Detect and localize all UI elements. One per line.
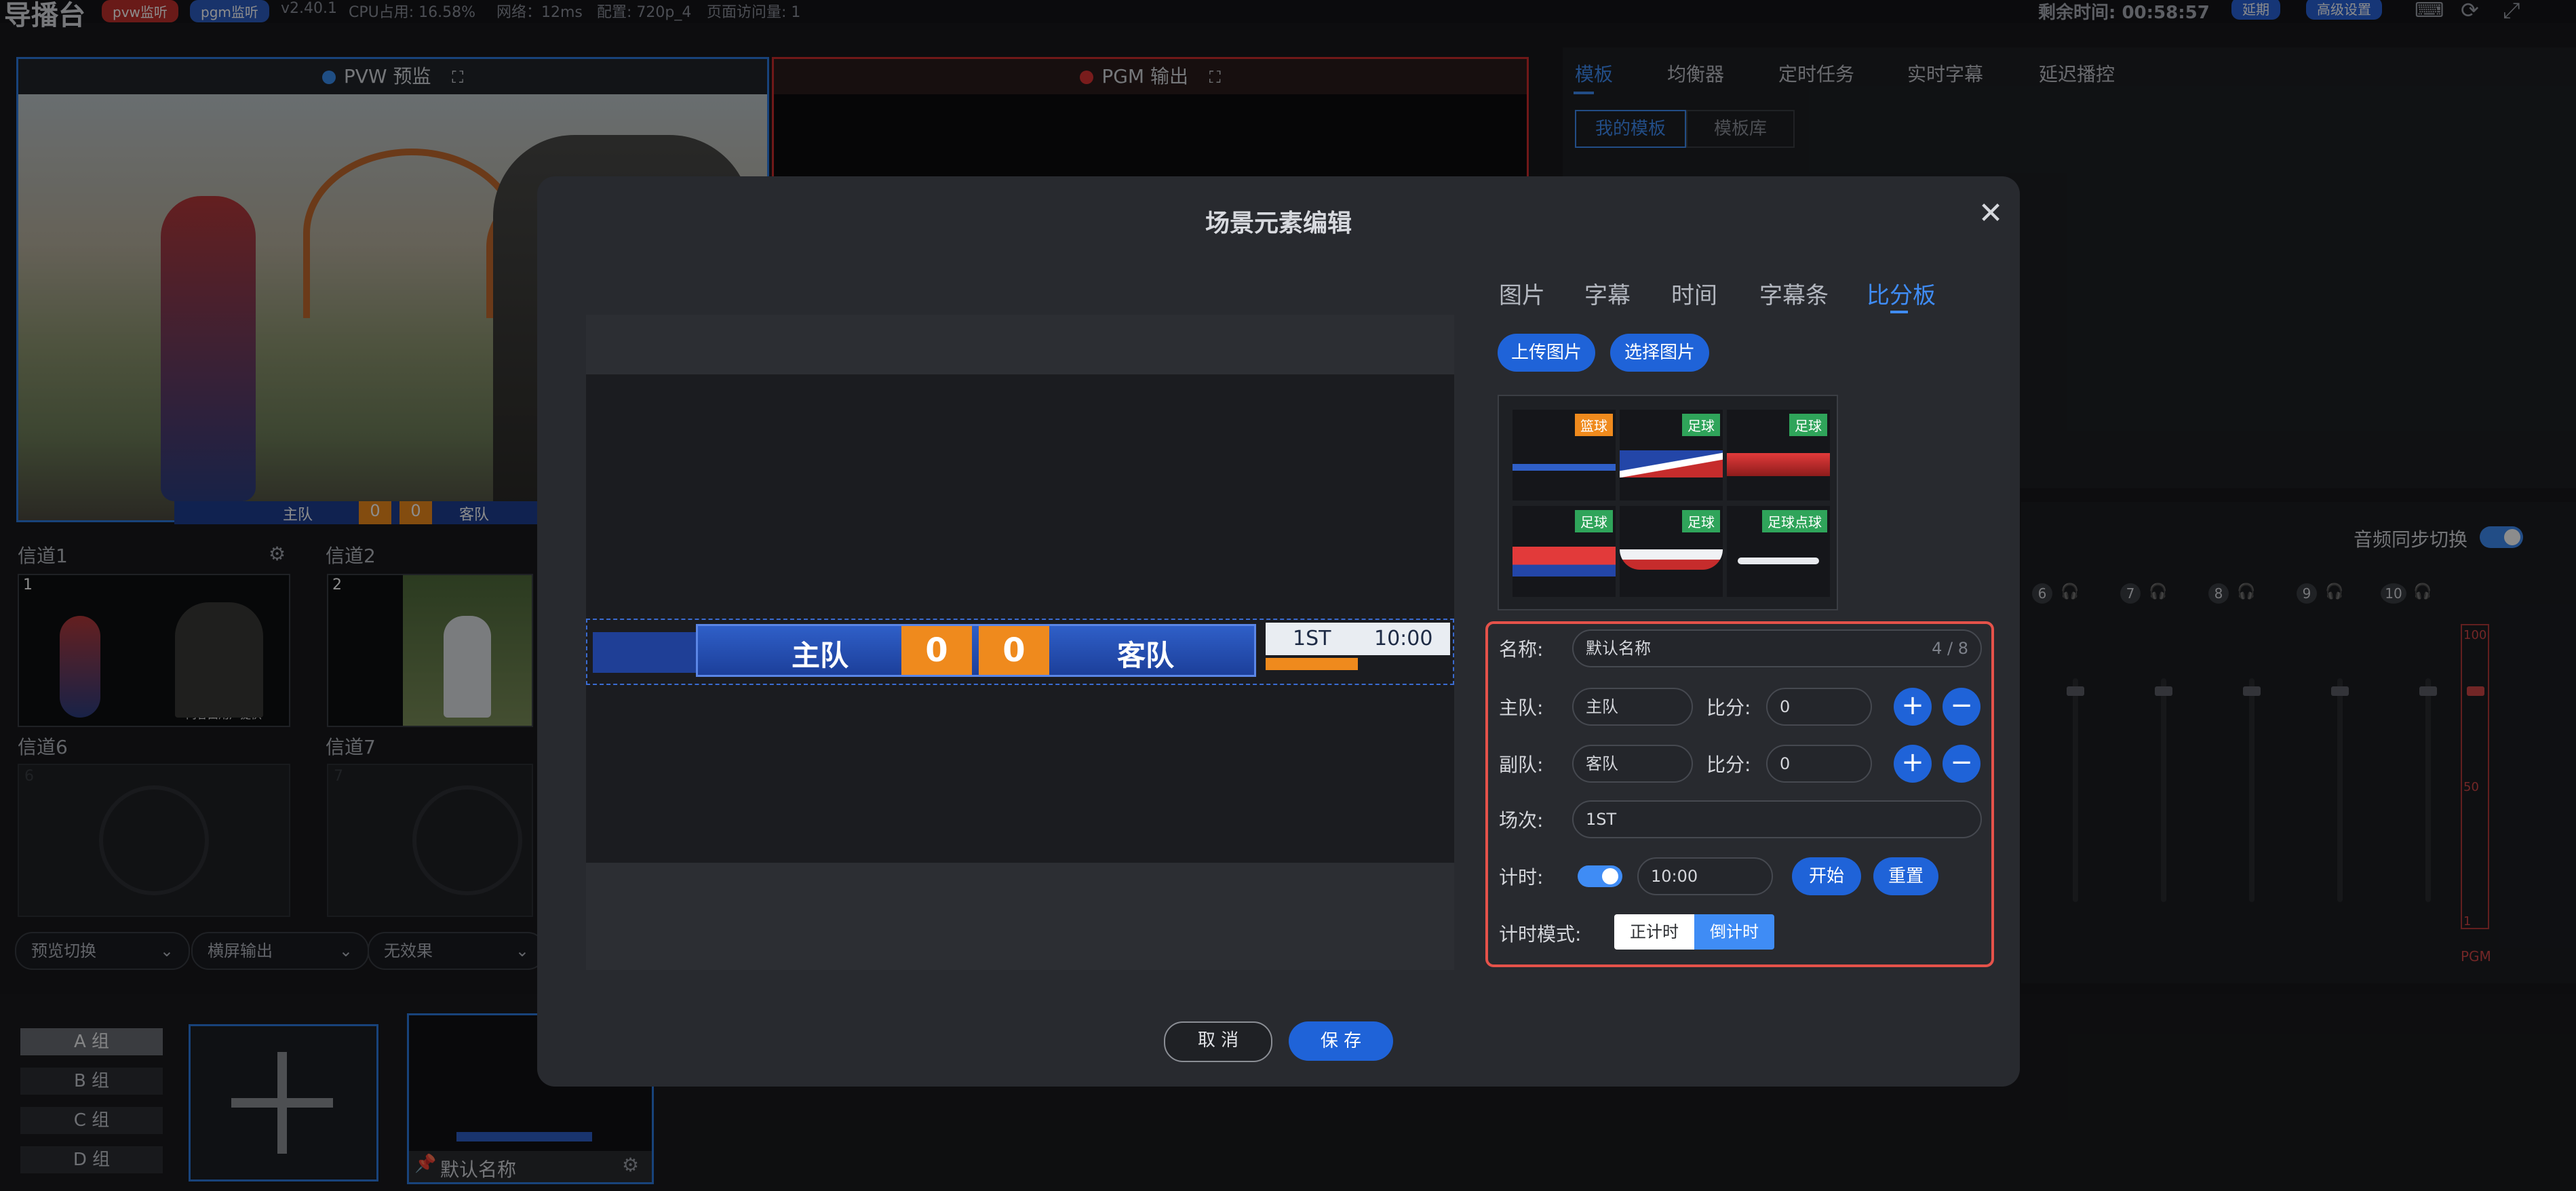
away-team-input[interactable]: 客队 (1572, 745, 1693, 783)
template-tag: 篮球 (1575, 414, 1613, 436)
scene-element-edit-dialog: 场景元素编辑 ✕ 主队 0 0 客队 1ST 10:00 图片 字幕 时间 字幕… (537, 176, 2020, 1087)
scoreboard-settings-form: 名称: 默认名称 4 / 8 主队: 主队 比分: 0 + − 副队: 客队 比… (1485, 621, 1994, 967)
template-tag: 足球 (1682, 414, 1720, 436)
canvas-margin-bottom (586, 863, 1454, 970)
scene-preview-canvas[interactable]: 主队 0 0 客队 1ST 10:00 (586, 315, 1454, 970)
home-score-decrement-button[interactable]: − (1943, 688, 1980, 726)
template-thumb-football[interactable]: 足球 (1620, 410, 1723, 501)
active-tab-indicator (1890, 311, 1908, 313)
timer-label: 计时: (1499, 866, 1544, 889)
template-preview (1513, 464, 1616, 471)
away-score-label: 比分: (1706, 754, 1751, 776)
template-thumb-football[interactable]: 足球 (1620, 506, 1723, 597)
preview-home-team: 主队 (791, 639, 848, 672)
template-thumb-football-penalty[interactable]: 足球点球 (1727, 506, 1830, 597)
timer-start-button[interactable]: 开始 (1792, 857, 1861, 895)
preview-period: 1ST (1293, 627, 1331, 650)
template-tag: 足球 (1575, 510, 1613, 532)
tab-image[interactable]: 图片 (1499, 277, 1545, 310)
mode-countdown-button[interactable]: 倒计时 (1694, 914, 1774, 950)
name-input[interactable]: 默认名称 4 / 8 (1572, 629, 1982, 667)
template-tag: 足球 (1789, 414, 1827, 436)
select-image-button[interactable]: 选择图片 (1610, 334, 1709, 372)
away-score-increment-button[interactable]: + (1894, 745, 1932, 783)
scoreboard-template-grid: 篮球 足球 足球 足球 足球 足球点球 (1498, 395, 1838, 610)
home-score-label: 比分: (1706, 697, 1751, 719)
template-preview (1738, 558, 1819, 564)
scoreboard-left-wing (593, 632, 708, 673)
template-tag: 足球点球 (1762, 510, 1827, 532)
scoreboard-accent-bar (1266, 658, 1358, 670)
name-label: 名称: (1499, 638, 1544, 661)
preview-away-score: 0 (979, 626, 1049, 675)
period-label: 场次: (1499, 809, 1544, 832)
template-thumb-football[interactable]: 足球 (1513, 506, 1616, 597)
tab-time[interactable]: 时间 (1671, 277, 1717, 310)
close-icon[interactable]: ✕ (1974, 197, 2008, 231)
cancel-button[interactable]: 取 消 (1164, 1021, 1272, 1062)
preview-away-team: 客队 (1116, 639, 1174, 672)
template-preview (1513, 547, 1616, 577)
home-score-increment-button[interactable]: + (1894, 688, 1932, 726)
timer-reset-button[interactable]: 重置 (1873, 857, 1938, 895)
preview-home-score: 0 (901, 626, 972, 675)
away-team-label: 副队: (1499, 754, 1544, 776)
timer-mode-label: 计时模式: (1499, 923, 1582, 945)
name-value: 默认名称 (1586, 639, 1651, 658)
dialog-title: 场景元素编辑 (1205, 210, 1352, 237)
scoreboard-main-bar: 主队 0 0 客队 (696, 624, 1256, 677)
tab-scoreboard[interactable]: 比分板 (1867, 277, 1936, 310)
canvas-margin-top (586, 315, 1454, 374)
mode-count-up-button[interactable]: 正计时 (1614, 914, 1694, 950)
home-score-input[interactable]: 0 (1766, 688, 1872, 726)
scoreboard-element[interactable]: 主队 0 0 客队 1ST 10:00 (586, 619, 1454, 685)
template-preview (1620, 549, 1723, 570)
period-input[interactable]: 1ST (1572, 800, 1982, 838)
template-preview (1727, 453, 1830, 476)
template-thumb-basketball[interactable]: 篮球 (1513, 410, 1616, 501)
upload-image-button[interactable]: 上传图片 (1498, 334, 1595, 372)
template-tag: 足球 (1682, 510, 1720, 532)
scoreboard-info-box: 1ST 10:00 (1266, 623, 1450, 655)
timer-toggle[interactable] (1578, 865, 1622, 887)
template-preview (1620, 450, 1723, 477)
tab-caption-bar[interactable]: 字幕条 (1759, 277, 1829, 310)
timer-input[interactable]: 10:00 (1637, 857, 1773, 895)
name-char-count: 4 / 8 (1932, 639, 1968, 658)
tab-caption[interactable]: 字幕 (1584, 277, 1631, 310)
preview-time: 10:00 (1374, 627, 1433, 650)
away-score-input[interactable]: 0 (1766, 745, 1872, 783)
save-button[interactable]: 保 存 (1289, 1021, 1393, 1061)
home-team-label: 主队: (1499, 697, 1544, 719)
toggle-knob (1602, 868, 1618, 884)
template-thumb-football[interactable]: 足球 (1727, 410, 1830, 501)
home-team-input[interactable]: 主队 (1572, 688, 1693, 726)
away-score-decrement-button[interactable]: − (1943, 745, 1980, 783)
